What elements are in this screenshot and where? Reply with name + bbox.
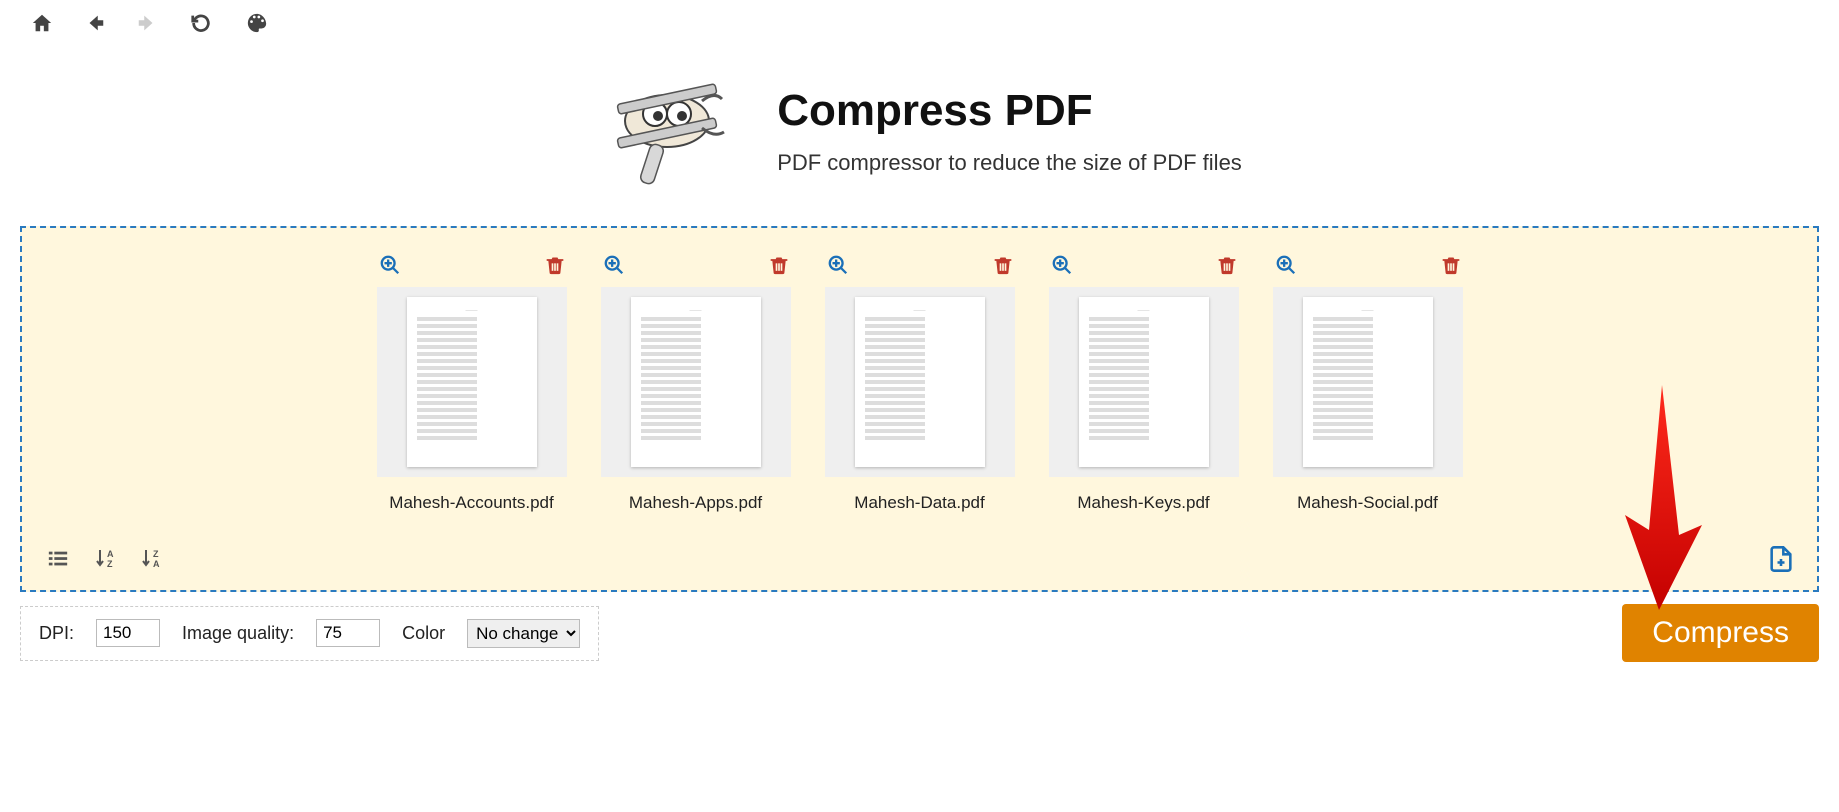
- file-card[interactable]: ——— Mahesh-Keys.pdf: [1049, 254, 1239, 513]
- trash-icon[interactable]: [1217, 254, 1237, 281]
- page-title: Compress PDF: [777, 86, 1242, 136]
- nav-toolbar: [0, 0, 1839, 46]
- file-card[interactable]: ——— Mahesh-Social.pdf: [1273, 254, 1463, 513]
- add-file-icon[interactable]: [1767, 545, 1795, 578]
- file-name: Mahesh-Data.pdf: [825, 493, 1015, 513]
- color-label: Color: [402, 623, 445, 644]
- palette-icon[interactable]: [244, 12, 270, 34]
- zoom-icon[interactable]: [1051, 254, 1073, 281]
- trash-icon[interactable]: [769, 254, 789, 281]
- file-name: Mahesh-Accounts.pdf: [377, 493, 567, 513]
- zoom-icon[interactable]: [379, 254, 401, 281]
- dpi-input[interactable]: [96, 619, 160, 647]
- dpi-label: DPI:: [39, 623, 74, 644]
- compression-options: DPI: Image quality: Color No change: [20, 606, 599, 661]
- svg-text:Z: Z: [153, 549, 159, 559]
- undo-icon[interactable]: [188, 12, 214, 34]
- file-card[interactable]: ——— Mahesh-Apps.pdf: [601, 254, 791, 513]
- file-card[interactable]: ——— Mahesh-Data.pdf: [825, 254, 1015, 513]
- quality-label: Image quality:: [182, 623, 294, 644]
- file-name: Mahesh-Keys.pdf: [1049, 493, 1239, 513]
- options-row: DPI: Image quality: Color No change Comp…: [20, 604, 1819, 662]
- trash-icon[interactable]: [545, 254, 565, 281]
- svg-text:A: A: [107, 549, 114, 559]
- back-icon[interactable]: [84, 12, 106, 34]
- file-dropzone[interactable]: ——— Mahesh-Accounts.pdf ——— Mahesh-Apps.…: [20, 226, 1819, 592]
- forward-icon: [136, 12, 158, 34]
- zoom-icon[interactable]: [827, 254, 849, 281]
- list-view-icon[interactable]: [44, 548, 72, 575]
- file-card[interactable]: ——— Mahesh-Accounts.pdf: [377, 254, 567, 513]
- sort-za-icon[interactable]: ZA: [140, 547, 164, 576]
- home-icon[interactable]: [30, 12, 54, 34]
- dropzone-toolbar: AZ ZA: [44, 545, 1795, 578]
- trash-icon[interactable]: [993, 254, 1013, 281]
- compress-button[interactable]: Compress: [1622, 604, 1819, 662]
- svg-text:A: A: [153, 559, 160, 569]
- svg-text:Z: Z: [107, 559, 113, 569]
- file-thumbnail[interactable]: ———: [1049, 287, 1239, 477]
- zoom-icon[interactable]: [1275, 254, 1297, 281]
- file-thumbnail[interactable]: ———: [825, 287, 1015, 477]
- trash-icon[interactable]: [1441, 254, 1461, 281]
- file-name: Mahesh-Apps.pdf: [601, 493, 791, 513]
- zoom-icon[interactable]: [603, 254, 625, 281]
- page-subtitle: PDF compressor to reduce the size of PDF…: [777, 150, 1242, 176]
- file-thumbnail[interactable]: ———: [377, 287, 567, 477]
- page-header: Compress PDF PDF compressor to reduce th…: [0, 46, 1839, 226]
- file-list: ——— Mahesh-Accounts.pdf ——— Mahesh-Apps.…: [44, 254, 1795, 513]
- sort-az-icon[interactable]: AZ: [94, 547, 118, 576]
- color-select[interactable]: No change: [467, 619, 580, 648]
- file-thumbnail[interactable]: ———: [1273, 287, 1463, 477]
- quality-input[interactable]: [316, 619, 380, 647]
- mascot-image: [597, 66, 737, 196]
- file-name: Mahesh-Social.pdf: [1273, 493, 1463, 513]
- file-thumbnail[interactable]: ———: [601, 287, 791, 477]
